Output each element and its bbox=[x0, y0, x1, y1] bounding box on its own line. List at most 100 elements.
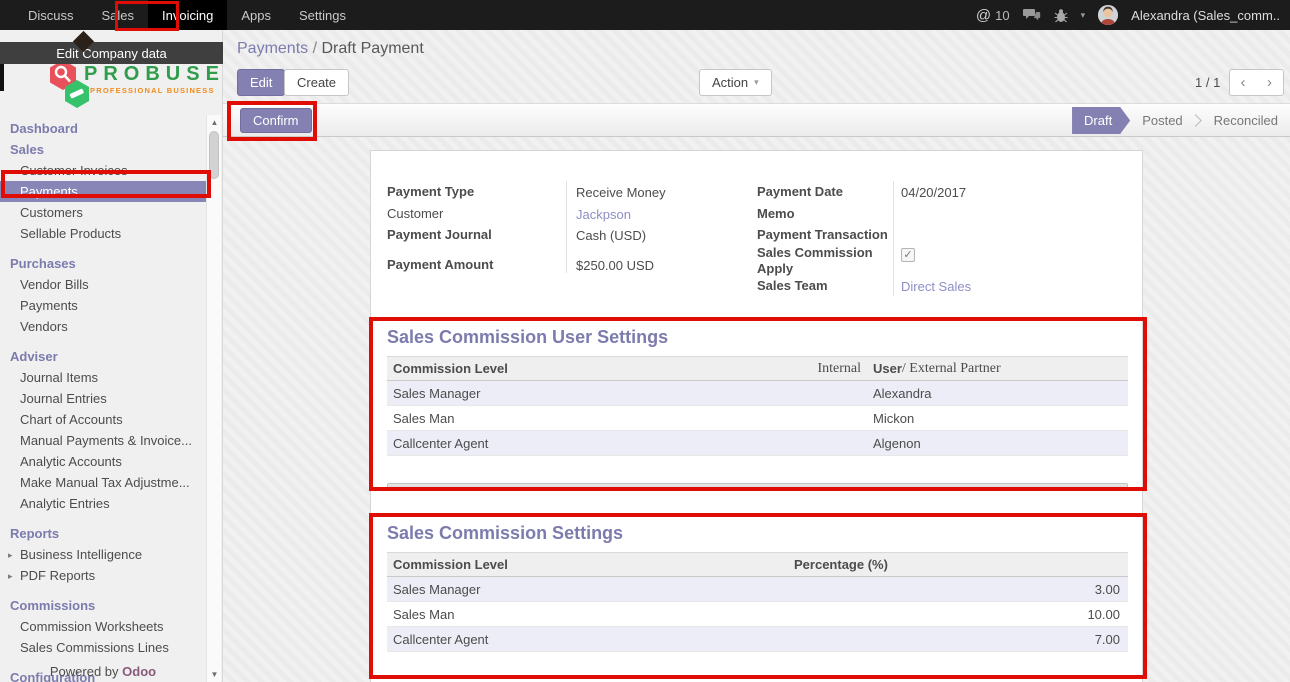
table-row[interactable]: Sales Manager 3.00 bbox=[387, 577, 1128, 602]
form-sheet: Payment Type Receive Money Customer Jack… bbox=[370, 150, 1143, 682]
sidebar-item-journal-entries[interactable]: Journal Entries bbox=[0, 388, 206, 409]
table-row[interactable]: Sales Man 10.00 bbox=[387, 602, 1128, 627]
edit-button[interactable]: Edit bbox=[237, 69, 285, 96]
sidebar-item-sales-commissions-lines[interactable]: Sales Commissions Lines bbox=[0, 637, 206, 658]
state-reconciled[interactable]: Reconciled bbox=[1202, 107, 1290, 134]
sidebar-header-sales[interactable]: Sales bbox=[0, 139, 206, 160]
label-payment-amount: Payment Amount bbox=[387, 257, 493, 272]
chat-icon[interactable] bbox=[1023, 8, 1041, 22]
value-sales-team-link[interactable]: Direct Sales bbox=[901, 279, 971, 294]
sidebar-header-purchases[interactable]: Purchases bbox=[0, 253, 206, 274]
header-user-label: User bbox=[873, 361, 902, 376]
nav-item-invoicing[interactable]: Invoicing bbox=[148, 0, 227, 30]
sidebar-item-pdf-reports[interactable]: ▸ PDF Reports bbox=[0, 565, 206, 586]
edit-company-tooltip[interactable]: Edit Company data bbox=[0, 42, 223, 64]
sidebar-scrollbar[interactable]: ▲ ▼ bbox=[206, 115, 221, 682]
scrollbar-thumb[interactable] bbox=[209, 131, 219, 179]
pager-count: 1 / 1 bbox=[1195, 75, 1220, 90]
value-payment-date: 04/20/2017 bbox=[901, 185, 966, 200]
expand-icon[interactable]: ▸ bbox=[8, 548, 13, 563]
label-customer: Customer bbox=[387, 206, 443, 221]
sidebar-header-dashboard[interactable]: Dashboard bbox=[0, 118, 206, 139]
header-percentage[interactable]: Percentage (%) bbox=[788, 557, 1126, 572]
tooltip-edge bbox=[0, 64, 4, 91]
sidebar-item-commission-worksheets[interactable]: Commission Worksheets bbox=[0, 616, 206, 637]
user-avatar[interactable] bbox=[1098, 5, 1118, 25]
sidebar-item-manual-payments[interactable]: Manual Payments & Invoice... bbox=[0, 430, 206, 451]
table-row[interactable]: Sales Manager Alexandra bbox=[387, 381, 1128, 406]
scroll-down-icon[interactable]: ▼ bbox=[207, 670, 222, 679]
main-content: Payments / Draft Payment Edit Create Act… bbox=[223, 30, 1290, 682]
breadcrumb-separator: / bbox=[313, 40, 317, 57]
sidebar-item-vendor-payments[interactable]: Payments bbox=[0, 295, 206, 316]
sidebar-item-chart-of-accounts[interactable]: Chart of Accounts bbox=[0, 409, 206, 430]
header-user-external-partner[interactable]: User / External Partner bbox=[867, 361, 1126, 377]
header-internal-fragment: Internal bbox=[817, 361, 861, 377]
sidebar-item-vendors[interactable]: Vendors bbox=[0, 316, 206, 337]
nav-item-apps[interactable]: Apps bbox=[227, 0, 285, 30]
scroll-up-icon[interactable]: ▲ bbox=[207, 118, 222, 127]
sidebar-item-payments[interactable]: Payments bbox=[0, 181, 210, 202]
bug-icon[interactable] bbox=[1054, 8, 1068, 23]
cell-level: Callcenter Agent bbox=[387, 436, 867, 451]
label-sales-commission-apply: Sales Commission Apply bbox=[757, 245, 889, 277]
create-button[interactable]: Create bbox=[284, 69, 349, 96]
statusbar-row: Confirm Draft Posted Reconciled bbox=[223, 103, 1290, 137]
value-customer-link[interactable]: Jackpson bbox=[576, 207, 631, 222]
debug-caret-icon[interactable]: ▾ bbox=[1081, 10, 1086, 21]
commission-settings-table: Commission Level Percentage (%) Sales Ma… bbox=[387, 552, 1128, 652]
horizontal-scrollbar[interactable] bbox=[387, 483, 1128, 491]
mentions-counter[interactable]: @ 10 bbox=[976, 7, 1010, 24]
cell-user: Algenon bbox=[867, 436, 1126, 451]
form-divider-left bbox=[566, 181, 567, 273]
user-menu[interactable]: Alexandra (Sales_comm.. bbox=[1131, 8, 1280, 23]
sidebar-item-business-intelligence[interactable]: ▸ Business Intelligence bbox=[0, 544, 206, 565]
sidebar-item-vendor-bills[interactable]: Vendor Bills bbox=[0, 274, 206, 295]
expand-icon[interactable]: ▸ bbox=[8, 569, 13, 584]
cell-level: Sales Man bbox=[387, 607, 788, 622]
chevron-down-icon: ▾ bbox=[754, 77, 759, 88]
top-navbar: Discuss Sales Invoicing Apps Settings @ … bbox=[0, 0, 1290, 30]
sidebar-item-analytic-entries[interactable]: Analytic Entries bbox=[0, 493, 206, 514]
cell-percentage: 3.00 bbox=[788, 582, 1126, 597]
action-dropdown[interactable]: Action ▾ bbox=[699, 69, 772, 96]
cell-percentage: 10.00 bbox=[788, 607, 1126, 622]
odoo-brand[interactable]: Odoo bbox=[122, 664, 156, 679]
sidebar-item-journal-items[interactable]: Journal Items bbox=[0, 367, 206, 388]
nav-item-sales[interactable]: Sales bbox=[88, 0, 149, 30]
table-row[interactable]: Callcenter Agent Algenon bbox=[387, 431, 1128, 456]
header-commission-level-label: Commission Level bbox=[393, 361, 508, 376]
state-draft[interactable]: Draft bbox=[1072, 107, 1130, 134]
breadcrumb-payments[interactable]: Payments bbox=[237, 40, 308, 57]
sidebar-item-customers[interactable]: Customers bbox=[0, 202, 206, 223]
pager-previous-button[interactable]: ‹ bbox=[1229, 69, 1257, 96]
breadcrumb-current: Draft Payment bbox=[322, 40, 424, 57]
cell-user: Mickon bbox=[867, 411, 1126, 426]
mention-count: 10 bbox=[995, 8, 1009, 23]
sidebar-item-tax-adjustments[interactable]: Make Manual Tax Adjustme... bbox=[0, 472, 206, 493]
sidebar-header-commissions[interactable]: Commissions bbox=[0, 595, 206, 616]
confirm-button[interactable]: Confirm bbox=[240, 108, 312, 133]
sidebar-item-sellable-products[interactable]: Sellable Products bbox=[0, 223, 206, 244]
sidebar-item-customer-invoices[interactable]: Customer Invoices bbox=[0, 160, 206, 181]
table-row[interactable]: Callcenter Agent 7.00 bbox=[387, 627, 1128, 652]
sales-commission-apply-checkbox[interactable]: ✓ bbox=[901, 248, 915, 262]
cell-percentage: 7.00 bbox=[788, 632, 1126, 647]
pager-next-button[interactable]: › bbox=[1256, 69, 1284, 96]
sidebar-item-analytic-accounts[interactable]: Analytic Accounts bbox=[0, 451, 206, 472]
state-posted[interactable]: Posted bbox=[1130, 107, 1194, 134]
user-settings-header-row: Commission Level Internal User / Externa… bbox=[387, 356, 1128, 381]
statusbar: Draft Posted Reconciled bbox=[1072, 107, 1290, 134]
label-payment-date: Payment Date bbox=[757, 184, 843, 199]
sidebar-header-reports[interactable]: Reports bbox=[0, 523, 206, 544]
cell-level: Sales Manager bbox=[387, 386, 867, 401]
commission-settings-header-row: Commission Level Percentage (%) bbox=[387, 552, 1128, 577]
table-row[interactable]: Sales Man Mickon bbox=[387, 406, 1128, 431]
header-commission-level[interactable]: Commission Level Internal bbox=[387, 361, 867, 377]
main-menu: Discuss Sales Invoicing Apps Settings bbox=[14, 0, 360, 30]
sidebar-header-adviser[interactable]: Adviser bbox=[0, 346, 206, 367]
header-commission-level[interactable]: Commission Level bbox=[387, 557, 788, 572]
nav-item-settings[interactable]: Settings bbox=[285, 0, 360, 30]
value-payment-type: Receive Money bbox=[576, 185, 666, 200]
nav-item-discuss[interactable]: Discuss bbox=[14, 0, 88, 30]
